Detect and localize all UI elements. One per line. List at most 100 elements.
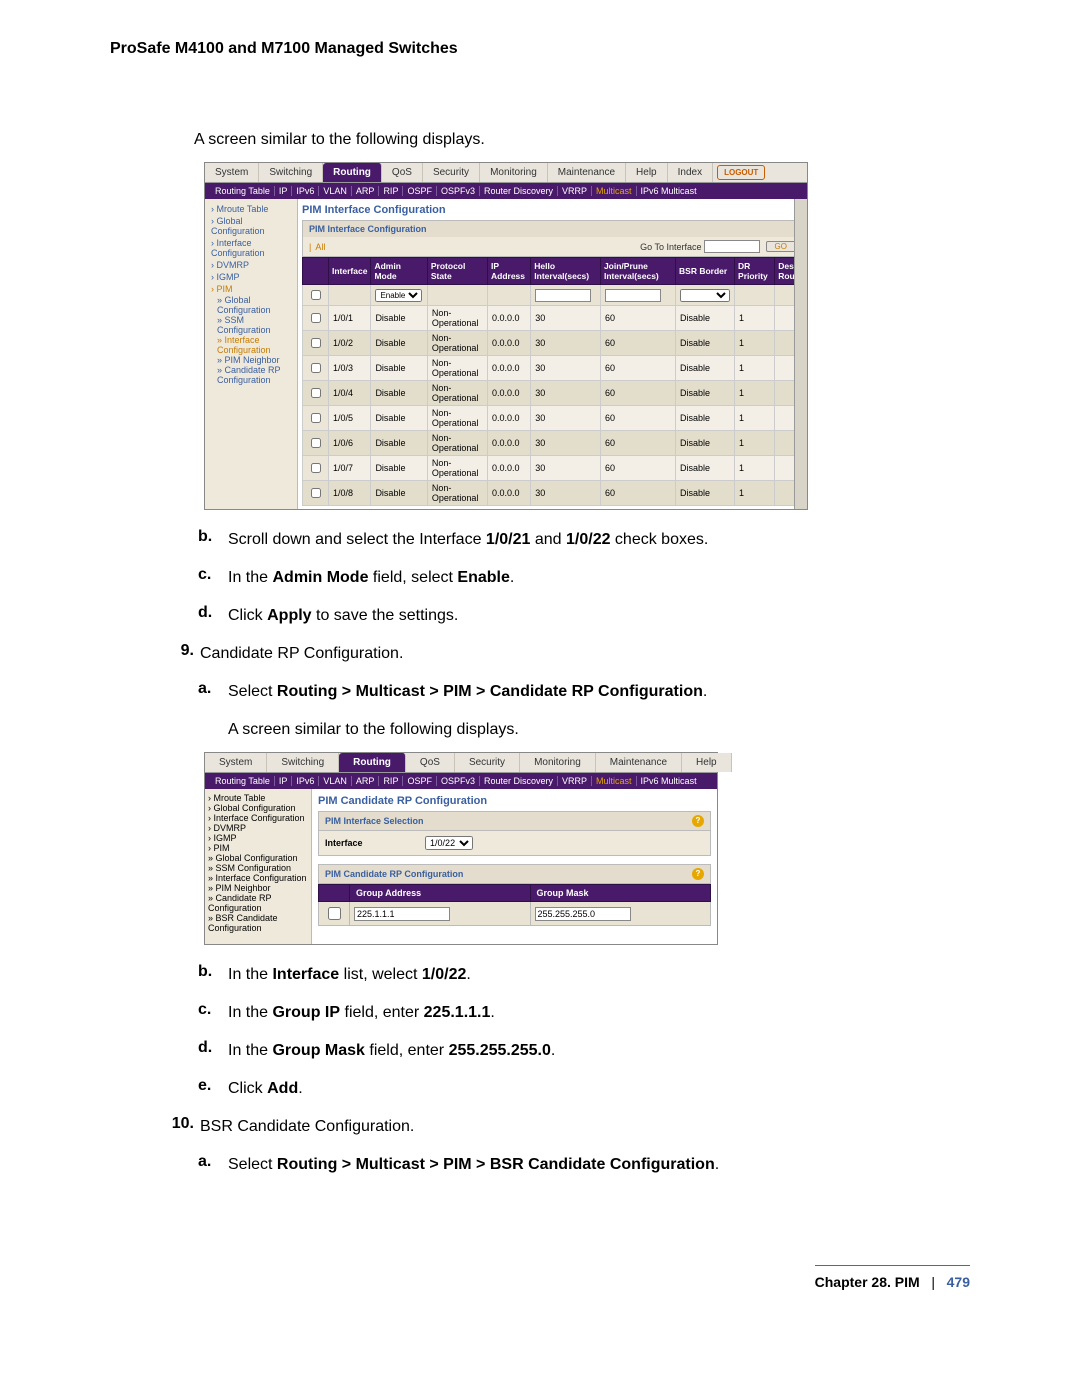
main-tab-security[interactable]: Security	[455, 753, 520, 772]
sidebar-item[interactable]: › IGMP	[207, 271, 295, 283]
row-checkbox[interactable]	[311, 388, 321, 398]
sub-tab[interactable]: Multicast	[592, 776, 637, 786]
main-tab-routing[interactable]: Routing	[339, 753, 406, 772]
table-row: 1/0/3DisableNon-Operational0.0.0.03060Di…	[303, 356, 803, 381]
step-10: BSR Candidate Configuration.	[200, 1115, 414, 1139]
main-tab-help[interactable]: Help	[626, 163, 668, 182]
goto-interface-input[interactable]	[704, 240, 760, 253]
sidebar-subitem[interactable]: » Candidate RP Configuration	[207, 365, 295, 385]
interface-label: Interface	[325, 838, 363, 848]
sub-tab[interactable]: RIP	[379, 186, 403, 196]
sub-tab[interactable]: OSPFv3	[437, 186, 480, 196]
sub-tab[interactable]: ARP	[352, 776, 380, 786]
go-button[interactable]: GO	[766, 241, 796, 252]
help-icon[interactable]: ?	[692, 815, 704, 827]
admin-mode-select[interactable]: Enable	[375, 289, 422, 302]
sidebar-item[interactable]: › Global Configuration	[208, 803, 308, 813]
main-tab-security[interactable]: Security	[423, 163, 480, 182]
sidebar-subitem[interactable]: » Global Configuration	[208, 853, 308, 863]
row-checkbox[interactable]	[311, 413, 321, 423]
sub-tab[interactable]: Router Discovery	[480, 776, 558, 786]
bsr-border-select[interactable]	[680, 289, 730, 302]
col-header: Interface	[329, 258, 371, 285]
sub-tab[interactable]: OSPFv3	[437, 776, 480, 786]
sub-tab[interactable]: Router Discovery	[480, 186, 558, 196]
select-all-checkbox[interactable]	[311, 290, 321, 300]
main-tab-index[interactable]: Index	[668, 163, 713, 182]
sub-tab[interactable]: Multicast	[592, 186, 637, 196]
main-tab-monitoring[interactable]: Monitoring	[520, 753, 596, 772]
main-tab-monitoring[interactable]: Monitoring	[480, 163, 548, 182]
sidebar-item[interactable]: › Mroute Table	[208, 793, 308, 803]
row-checkbox[interactable]	[311, 488, 321, 498]
table-row: 1/0/7DisableNon-Operational0.0.0.03060Di…	[303, 456, 803, 481]
row-checkbox[interactable]	[328, 907, 341, 920]
sidebar-nav-2: › Mroute Table› Global Configuration› In…	[205, 789, 312, 944]
logout-button[interactable]: LOGOUT	[717, 165, 765, 180]
sidebar-subitem[interactable]: » BSR Candidate Configuration	[208, 913, 308, 933]
sub-tab[interactable]: IP	[275, 186, 293, 196]
interface-select[interactable]: 1/0/22	[425, 836, 473, 850]
sidebar-subitem[interactable]: » PIM Neighbor	[208, 883, 308, 893]
sidebar-subitem[interactable]: » SSM Configuration	[207, 315, 295, 335]
main-tab-system[interactable]: System	[205, 753, 267, 772]
sub-tab[interactable]: VLAN	[319, 776, 352, 786]
sidebar-item[interactable]: › Mroute Table	[207, 203, 295, 215]
sidebar-subitem[interactable]: » Global Configuration	[207, 295, 295, 315]
row-checkbox[interactable]	[311, 313, 321, 323]
row-checkbox[interactable]	[311, 438, 321, 448]
sub-tab[interactable]: VRRP	[558, 186, 592, 196]
sub-tab[interactable]: IP	[275, 776, 293, 786]
main-tab-switching[interactable]: Switching	[259, 163, 323, 182]
sub-tab[interactable]: VLAN	[319, 186, 352, 196]
sidebar-subitem[interactable]: » SSM Configuration	[208, 863, 308, 873]
sub-tab[interactable]: Routing Table	[211, 776, 275, 786]
sub-tab[interactable]: ARP	[352, 186, 380, 196]
filter-all[interactable]: All	[315, 242, 325, 252]
sidebar-item[interactable]: › PIM	[208, 843, 308, 853]
hello-interval-input[interactable]	[535, 289, 591, 302]
sidebar-item[interactable]: › PIM	[207, 283, 295, 295]
sub-tab[interactable]: OSPF	[403, 776, 437, 786]
row-checkbox[interactable]	[311, 463, 321, 473]
sidebar-item[interactable]: › DVMRP	[207, 259, 295, 271]
sub-tab[interactable]: IPv6 Multicast	[637, 776, 701, 786]
sidebar-item[interactable]: › DVMRP	[208, 823, 308, 833]
sidebar-subitem[interactable]: » Candidate RP Configuration	[208, 893, 308, 913]
group-mask-input[interactable]	[535, 907, 631, 921]
table-row: 1/0/5DisableNon-Operational0.0.0.03060Di…	[303, 406, 803, 431]
group-address-input[interactable]	[354, 907, 450, 921]
sub-tab[interactable]: IPv6	[292, 776, 319, 786]
sub-tab[interactable]: OSPF	[403, 186, 437, 196]
join-prune-input[interactable]	[605, 289, 661, 302]
sidebar-item[interactable]: › Interface Configuration	[208, 813, 308, 823]
sidebar-item[interactable]: › Global Configuration	[207, 215, 295, 237]
sub-tab[interactable]: IPv6 Multicast	[637, 186, 701, 196]
row-checkbox[interactable]	[311, 338, 321, 348]
main-tab-maintenance[interactable]: Maintenance	[548, 163, 626, 182]
help-icon[interactable]: ?	[692, 868, 704, 880]
main-tab-routing[interactable]: Routing	[323, 163, 382, 182]
col-header: Admin Mode	[371, 258, 427, 285]
sidebar-item[interactable]: › IGMP	[208, 833, 308, 843]
sub-tab[interactable]: Routing Table	[211, 186, 275, 196]
scrollbar[interactable]	[794, 199, 807, 509]
main-tab-qos[interactable]: QoS	[406, 753, 455, 772]
sub-tab[interactable]: IPv6	[292, 186, 319, 196]
sub-tab[interactable]: VRRP	[558, 776, 592, 786]
row-checkbox[interactable]	[311, 363, 321, 373]
main-tab-qos[interactable]: QoS	[382, 163, 423, 182]
sub-tab[interactable]: RIP	[379, 776, 403, 786]
sidebar-subitem[interactable]: » PIM Neighbor	[207, 355, 295, 365]
step-c: In the Admin Mode field, select Enable.	[228, 566, 514, 590]
main-tab-help[interactable]: Help	[682, 753, 732, 772]
main-tab-system[interactable]: System	[205, 163, 259, 182]
main-tab-switching[interactable]: Switching	[267, 753, 339, 772]
sidebar-subitem[interactable]: » Interface Configuration	[208, 873, 308, 883]
col-header: BSR Border	[676, 258, 735, 285]
sidebar-subitem[interactable]: » Interface Configuration	[207, 335, 295, 355]
main-tab-maintenance[interactable]: Maintenance	[596, 753, 682, 772]
sidebar-item[interactable]: › Interface Configuration	[207, 237, 295, 259]
section-title: PIM Interface Configuration	[302, 204, 803, 216]
doc-header: ProSafe M4100 and M7100 Managed Switches	[110, 40, 970, 58]
